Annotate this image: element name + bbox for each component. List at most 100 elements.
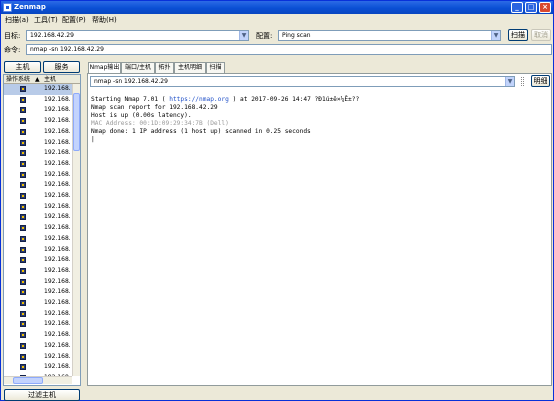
profile-value: Ping scan xyxy=(282,32,311,39)
text-cursor: | xyxy=(91,136,95,143)
tab-scans[interactable]: 扫描 xyxy=(206,62,225,73)
details-button[interactable]: 明细 xyxy=(531,75,550,87)
maximize-icon[interactable]: □ xyxy=(525,2,537,13)
target-combo[interactable]: 192.168.42.29 ▼ xyxy=(26,30,249,41)
host-ip: 192.168. xyxy=(44,202,71,210)
menu-tools[interactable]: 工具(T) xyxy=(34,15,58,26)
menu-scan[interactable]: 扫描(a) xyxy=(5,15,29,26)
host-row[interactable]: 192.168. xyxy=(4,362,72,373)
output-select[interactable]: nmap -sn 192.168.42.29 ▼ xyxy=(90,76,515,87)
host-row[interactable]: 192.168. xyxy=(4,255,72,266)
host-ip: 192.168. xyxy=(44,95,71,103)
host-ip: 192.168. xyxy=(44,352,71,360)
host-ip: 192.168. xyxy=(44,266,71,274)
os-icon xyxy=(20,332,26,339)
host-row[interactable]: 192.168. xyxy=(4,266,72,277)
host-row[interactable]: 192.168. xyxy=(4,84,72,95)
os-icon xyxy=(20,310,26,317)
output-pane: nmap -sn 192.168.42.29 ▼ 明细 Starting Nma… xyxy=(87,73,552,386)
chevron-down-icon[interactable]: ▼ xyxy=(491,31,500,40)
close-icon[interactable]: × xyxy=(539,2,551,13)
host-row[interactable]: 192.168. xyxy=(4,180,72,191)
menu-profile[interactable]: 配置(P) xyxy=(62,15,86,26)
host-row[interactable]: 192.168. xyxy=(4,138,72,149)
host-row[interactable]: 192.168. xyxy=(4,309,72,320)
window-title: Zenmap xyxy=(14,3,46,11)
host-row[interactable]: 192.168. xyxy=(4,277,72,288)
host-row[interactable]: 192.168. xyxy=(4,287,72,298)
output-select-value: nmap -sn 192.168.42.29 xyxy=(94,78,168,85)
os-icon xyxy=(20,289,26,296)
os-icon xyxy=(20,96,26,103)
host-list: 操作系统 ▲ 主机 192.168. 192.168. 192.168. 192.16… xyxy=(3,74,81,386)
nmap-output-text[interactable]: Starting Nmap 7.01 ( https://nmap.org ) … xyxy=(91,96,359,144)
host-row[interactable]: 192.168. xyxy=(4,245,72,256)
os-icon xyxy=(20,342,26,349)
os-icon xyxy=(20,171,26,178)
host-row[interactable]: 192.168. xyxy=(4,105,72,116)
filter-hosts-button[interactable]: 过滤主机 xyxy=(4,389,80,401)
profile-combo[interactable]: Ping scan ▼ xyxy=(278,30,501,41)
output-link[interactable]: https://nmap.org xyxy=(169,96,229,103)
minimize-icon[interactable]: _ xyxy=(511,2,523,13)
host-row[interactable]: 192.168. xyxy=(4,212,72,223)
os-icon xyxy=(20,118,26,125)
host-row[interactable]: 192.168. xyxy=(4,202,72,213)
host-ip: 192.168. xyxy=(44,192,71,199)
os-icon xyxy=(20,193,26,199)
os-icon xyxy=(20,300,26,306)
host-ip: 192.168. xyxy=(44,106,71,114)
host-row[interactable]: 192.168. xyxy=(4,148,72,159)
scroll-thumb[interactable] xyxy=(13,377,43,384)
hosts-button[interactable]: 主机 xyxy=(4,61,41,73)
host-ip: 192.168. xyxy=(44,213,71,221)
host-row[interactable]: 192.168. xyxy=(4,127,72,138)
host-row[interactable]: 192.168. xyxy=(4,319,72,330)
host-ip: 192.168. xyxy=(44,309,71,317)
column-os[interactable]: 操作系统 xyxy=(6,75,30,84)
host-row[interactable]: 192.168. xyxy=(4,95,72,106)
host-ip: 192.168. xyxy=(44,363,71,371)
scan-button[interactable]: 扫描 xyxy=(508,29,528,41)
host-ip: 192.168. xyxy=(44,224,71,232)
host-ip: 192.168. xyxy=(44,299,71,306)
host-row[interactable]: 192.168. xyxy=(4,191,72,202)
scroll-thumb[interactable] xyxy=(73,93,80,151)
host-row[interactable]: 192.168. xyxy=(4,116,72,127)
tab-host-details[interactable]: 主机明细 xyxy=(174,62,206,73)
chevron-down-icon[interactable]: ▼ xyxy=(505,77,514,86)
output-line: Nmap scan report for 192.168.42.29 xyxy=(91,104,218,111)
host-ip: 192.168. xyxy=(44,170,71,178)
host-row[interactable]: 192.168. xyxy=(4,330,72,341)
tab-ports-hosts[interactable]: 端口/主机 xyxy=(121,62,155,73)
menu-help[interactable]: 帮助(H) xyxy=(92,15,117,26)
host-row[interactable]: 192.168. xyxy=(4,234,72,245)
cancel-button[interactable]: 取消 xyxy=(531,29,551,41)
os-icon xyxy=(20,86,26,92)
services-button[interactable]: 服务 xyxy=(43,61,80,73)
host-row[interactable]: 192.168. xyxy=(4,159,72,170)
host-ip: 192.168. xyxy=(44,288,71,296)
command-input[interactable]: nmap -sn 192.168.42.29 xyxy=(26,44,552,55)
host-list-vscrollbar[interactable] xyxy=(72,84,80,376)
chevron-down-icon[interactable]: ▼ xyxy=(239,31,248,40)
host-row[interactable]: 192.168. xyxy=(4,298,72,309)
title-bar: Zenmap _ □ × xyxy=(1,1,553,14)
host-ip: 192.168. xyxy=(44,320,71,328)
os-icon xyxy=(20,353,26,360)
os-icon xyxy=(20,235,26,242)
host-row[interactable]: 192.168. xyxy=(4,352,72,363)
host-row[interactable]: 192.168. xyxy=(4,223,72,234)
host-row[interactable]: 192.168. xyxy=(4,170,72,181)
tab-topology[interactable]: 拓扑 xyxy=(155,62,174,73)
output-line: Starting Nmap 7.01 ( xyxy=(91,96,170,103)
target-value: 192.168.42.29 xyxy=(30,32,74,39)
host-list-hscrollbar[interactable] xyxy=(4,376,72,384)
column-host[interactable]: 主机 xyxy=(44,75,56,84)
host-row[interactable]: 192.168. xyxy=(4,341,72,352)
os-icon xyxy=(20,160,26,167)
host-ip: 192.168. xyxy=(44,149,71,157)
os-icon xyxy=(20,257,26,264)
sort-asc-icon: ▲ xyxy=(35,76,40,83)
os-icon xyxy=(20,225,26,232)
